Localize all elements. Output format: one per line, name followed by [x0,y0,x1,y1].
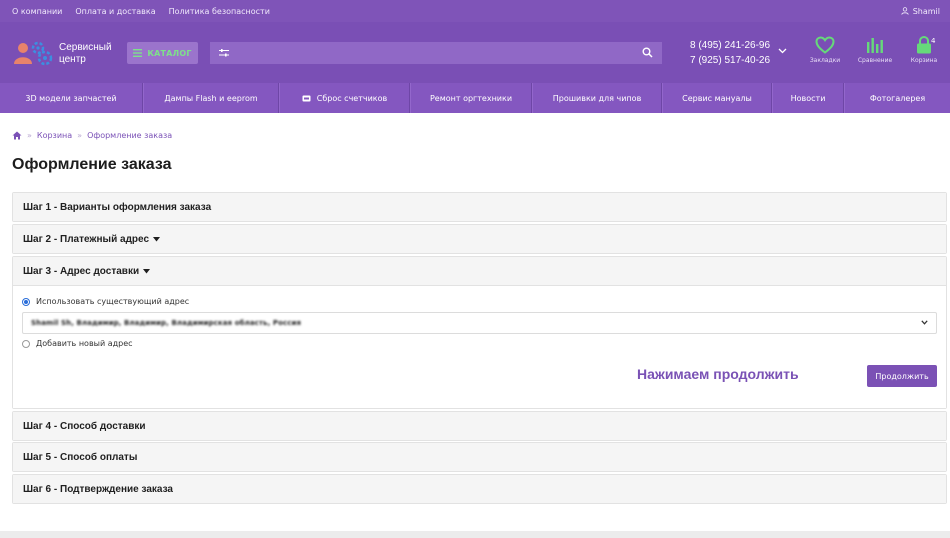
nav-item-manuals[interactable]: Сервис мануалы [662,83,772,113]
phones: 8 (495) 241-26-96 7 (925) 517-40-26 [690,38,770,68]
nav-label: Дампы Flash и eeprom [164,93,258,103]
nav-item-dumps[interactable]: Дампы Flash и eeprom [143,83,279,113]
user-name: Shamil [912,6,940,16]
topbar-link-payment[interactable]: Оплата и доставка [75,7,155,16]
nav-label: Прошивки для чипов [552,93,642,103]
phone-1[interactable]: 8 (495) 241-26-96 [690,38,770,53]
breadcrumb-separator: » [27,130,32,140]
nav-label: 3D модели запчастей [25,93,117,103]
nav-item-counter-reset[interactable]: Сброс счетчиков [279,83,410,113]
top-bar: О компании Оплата и доставка Политика бе… [0,0,950,22]
nav-item-gallery[interactable]: Фотогалерея [844,83,950,113]
search-icon[interactable] [642,47,653,58]
search-input[interactable] [238,42,662,64]
step-5-header[interactable]: Шаг 5 - Способ оплаты [13,443,946,471]
use-existing-address-option[interactable]: Использовать существующий адрес [22,297,189,306]
instruction-hint: Нажимаем продолжить [637,366,799,382]
nav-label: Ремонт оргтехники [429,93,513,103]
sliders-icon [219,49,229,57]
logo-icon [14,41,53,66]
header: Сервисный центр КАТАЛОГ 8 (495) 241-26-9… [0,22,950,83]
step-label: Шаг 3 - Адрес доставки [23,265,140,277]
step-label: Шаг 5 - Способ оплаты [23,451,138,463]
topbar-link-privacy[interactable]: Политика безопасности [169,7,270,16]
filter-button[interactable] [210,42,238,64]
breadcrumb-cart[interactable]: Корзина [37,131,72,140]
step-2-header[interactable]: Шаг 2 - Платежный адрес [13,225,946,253]
step-label: Шаг 6 - Подтверждение заказа [23,483,173,495]
user-menu[interactable]: Shamil [901,0,940,22]
step-4-panel: Шаг 4 - Способ доставки [12,411,947,441]
shipping-address-form: Использовать существующий адрес Shamil S… [13,285,946,408]
nav-label: Новости [790,93,826,103]
home-icon[interactable] [12,131,22,140]
nav-label: Сервис мануалы [682,93,752,103]
bookmarks-button[interactable]: Закладки [803,36,847,64]
step-label: Шаг 1 - Варианты оформления заказа [23,201,212,213]
caret-down-icon [143,268,151,273]
use-existing-label: Использовать существующий адрес [36,297,190,306]
compare-label: Сравнение [857,57,893,64]
step-3-header[interactable]: Шаг 3 - Адрес доставки [13,257,946,285]
step-6-panel: Шаг 6 - Подтверждение заказа [12,474,947,504]
nav-item-news[interactable]: Новости [772,83,844,113]
step-label: Шаг 2 - Платежный адрес [23,233,150,245]
page-title: Оформление заказа [12,156,172,173]
logo-line-1: Сервисный [59,42,112,53]
cart-count-badge: 4 [931,37,936,45]
nav-item-repair[interactable]: Ремонт оргтехники [410,83,532,113]
bookmarks-label: Закладки [809,57,841,64]
compare-button[interactable]: Сравнение [853,36,897,64]
logo[interactable]: Сервисный центр [11,39,121,69]
cart-label: Корзина [910,57,938,64]
topbar-link-about[interactable]: О компании [12,7,62,16]
step-6-header[interactable]: Шаг 6 - Подтверждение заказа [13,475,946,503]
cart-button[interactable]: 4 Корзина [902,36,946,64]
breadcrumb-checkout[interactable]: Оформление заказа [87,131,172,140]
add-new-label: Добавить новый адрес [36,339,133,348]
phone-2[interactable]: 7 (925) 517-40-26 [690,53,770,68]
continue-button[interactable]: Продолжить [867,365,937,387]
step-3-panel: Шаг 3 - Адрес доставки Использовать суще… [12,256,947,409]
user-icon [901,7,909,15]
chevron-down-icon[interactable] [778,48,787,54]
footer-strip [0,531,950,538]
step-4-header[interactable]: Шаг 4 - Способ доставки [13,412,946,440]
logo-text: Сервисный центр [59,42,112,66]
step-5-panel: Шаг 5 - Способ оплаты [12,442,947,472]
add-new-address-option[interactable]: Добавить новый адрес [22,339,133,348]
selected-address: Shamil Sh, Владимир, Владимир, Владимирс… [31,319,302,327]
printer-cartridge-icon [302,95,311,101]
chevron-down-icon [921,320,928,325]
radio-existing-address[interactable] [22,297,30,306]
breadcrumb: » Корзина » Оформление заказа [12,129,172,141]
breadcrumb-separator: » [77,130,83,140]
heart-icon [815,36,835,54]
bar-chart-icon [867,38,883,53]
nav-label: Фотогалерея [869,93,926,103]
step-label: Шаг 4 - Способ доставки [23,420,146,432]
menu-icon [133,49,143,57]
step-1-panel: Шаг 1 - Варианты оформления заказа [12,192,947,222]
logo-line-2: центр [59,54,86,65]
catalog-label: КАТАЛОГ [147,48,192,58]
nav-label: Сброс счетчиков [316,93,388,103]
nav-item-3d-models[interactable]: 3D модели запчастей [0,83,143,113]
catalog-button[interactable]: КАТАЛОГ [127,42,198,64]
radio-new-address[interactable] [22,339,30,348]
address-select[interactable]: Shamil Sh, Владимир, Владимир, Владимирс… [22,312,937,334]
main-nav: 3D модели запчастей Дампы Flash и eeprom… [0,83,950,113]
caret-down-icon [153,236,161,241]
nav-item-firmware[interactable]: Прошивки для чипов [532,83,662,113]
step-2-panel: Шаг 2 - Платежный адрес [12,224,947,254]
step-1-header[interactable]: Шаг 1 - Варианты оформления заказа [13,193,946,221]
